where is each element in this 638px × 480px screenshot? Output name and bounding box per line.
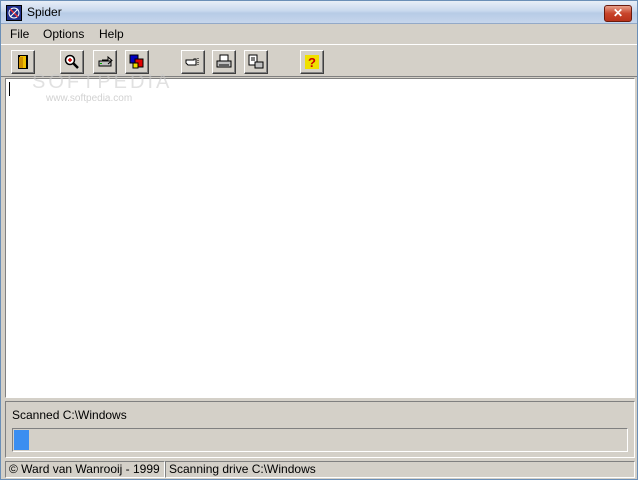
help-question-icon: ? (305, 55, 319, 70)
scanned-label: Scanned C:\Windows (12, 408, 127, 422)
menu-help[interactable]: Help (99, 27, 124, 41)
progress-bar (12, 428, 628, 452)
print-preview-button[interactable] (244, 50, 268, 74)
menu-bar: File Options Help (1, 24, 637, 44)
exit-door-icon (18, 55, 28, 69)
help-button[interactable]: ? (300, 50, 324, 74)
spider-app-icon[interactable] (6, 5, 22, 21)
status-message-panel: Scanning drive C:\Windows (165, 461, 635, 478)
print-button[interactable] (212, 50, 236, 74)
printer-icon (216, 54, 232, 68)
spider-window: Spider ✕ File Options Help ? SOFTPEDIA w… (0, 0, 638, 480)
select-button[interactable] (181, 50, 205, 74)
window-title: Spider (27, 5, 62, 19)
menu-file[interactable]: File (10, 27, 29, 41)
output-pane[interactable]: SOFTPEDIA www.softpedia.com (5, 71, 635, 398)
svg-text:?: ? (308, 55, 316, 70)
close-icon: ✕ (612, 6, 624, 20)
title-bar[interactable]: Spider ✕ (1, 1, 637, 24)
watermark-brand: SOFTPEDIA (32, 71, 173, 93)
copyright-panel: © Ward van Wanrooij - 1999 (5, 461, 165, 478)
text-caret (9, 82, 10, 96)
drive-arrow-icon (98, 55, 113, 67)
magnifier-icon (64, 54, 79, 69)
status-bar: © Ward van Wanrooij - 1999 Scanning driv… (5, 461, 635, 478)
pointing-hand-icon (185, 58, 199, 66)
menu-options[interactable]: Options (43, 27, 84, 41)
close-button[interactable]: ✕ (604, 5, 632, 22)
print-preview-icon (248, 54, 264, 69)
progress-fill (14, 430, 29, 450)
scan-status-area: Scanned C:\Windows (5, 401, 635, 458)
watermark-url: www.softpedia.com (46, 93, 133, 104)
color-palette-icon (129, 54, 144, 69)
